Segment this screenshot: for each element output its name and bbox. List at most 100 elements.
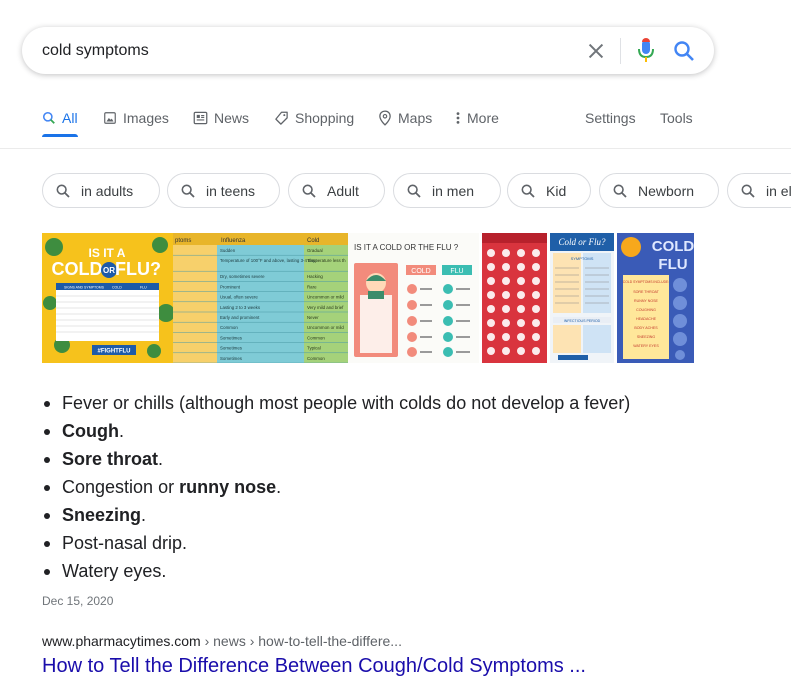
infographic-icon xyxy=(532,263,540,271)
chip-label: in men xyxy=(432,182,475,199)
image3-title: IS IT A COLD OR THE FLU ? xyxy=(354,243,459,252)
snippet-item: Congestion or runny nose. xyxy=(44,476,762,504)
table-cell-cold: Hacking xyxy=(307,274,323,279)
search-icon[interactable] xyxy=(672,39,696,63)
chip-in-teens[interactable]: in teens xyxy=(167,173,280,208)
tab-label: All xyxy=(62,110,78,126)
snippet-bold: Cough xyxy=(62,421,119,441)
image6-list-item: WATERY EYES xyxy=(633,344,659,348)
table-cell-influenza: Early and prominent xyxy=(220,315,260,320)
table-cell-influenza: Common xyxy=(220,325,238,330)
table-cell-cold: Uncommon or mild xyxy=(307,325,344,330)
tab-maps[interactable]: Maps xyxy=(378,100,432,136)
image-result-1[interactable]: IS IT A COLD OR FLU? SIGNS AND SYMPTOMS … xyxy=(42,233,173,363)
chip-adult[interactable]: Adult xyxy=(288,173,385,208)
chip-newborn[interactable]: Newborn xyxy=(599,173,719,208)
microphone-icon[interactable] xyxy=(634,38,658,64)
infographic-icon xyxy=(487,249,495,257)
snippet-list: Fever or chills (although most people wi… xyxy=(44,392,762,588)
table-cell-cold: Very mild and brief xyxy=(307,305,344,310)
chip-in-men[interactable]: in men xyxy=(393,173,501,208)
tab-label: Shopping xyxy=(295,110,355,126)
tab-shopping[interactable]: Shopping xyxy=(274,100,354,136)
image6-list-item: BODY ACHES xyxy=(634,326,658,330)
infographic-icon xyxy=(532,291,540,299)
infographic-icon xyxy=(532,277,540,285)
infographic-icon xyxy=(487,263,495,271)
snippet-text: . xyxy=(276,477,282,497)
infographic-icon xyxy=(487,277,495,285)
tab-settings[interactable]: Settings xyxy=(585,100,636,136)
snippet-bold: Sneezing xyxy=(62,505,142,525)
snippet-item: Watery eyes. xyxy=(44,560,762,588)
infographic-icon xyxy=(532,333,540,341)
image-result-2[interactable]: ptoms Influenza Cold Sudden Gradual Temper… xyxy=(173,233,348,363)
chip-in-elderly[interactable]: in el xyxy=(727,173,791,208)
image1-line1: IS IT A xyxy=(89,246,126,260)
table-cell-influenza: Dry, sometimes severe xyxy=(220,274,265,279)
snippet-date: Dec 15, 2020 xyxy=(42,594,114,608)
search-bar[interactable] xyxy=(22,27,714,74)
tab-images[interactable]: Images xyxy=(103,100,169,136)
infographic-icon xyxy=(532,319,540,327)
snippet-item: Fever or chills (although most people wi… xyxy=(44,392,762,420)
search-icon xyxy=(613,184,627,198)
tab-label: News xyxy=(214,110,250,126)
image6-list-head: COLD SYMPTOMS INCLUDE: xyxy=(623,280,670,284)
image2-header-3: Cold xyxy=(307,238,319,244)
tab-tools[interactable]: Tools xyxy=(660,100,693,136)
table-cell-influenza: Usual, often severe xyxy=(220,295,258,300)
image3-cold: COLD xyxy=(411,268,430,275)
image-result-3[interactable]: IS IT A COLD OR THE FLU ? COLD FLU xyxy=(348,233,479,363)
image-result-5[interactable]: Cold or Flu? SYMPTOMS INFECTIOUS PERIOD xyxy=(550,233,614,363)
infographic-icon xyxy=(487,333,495,341)
search-icon xyxy=(521,184,535,198)
snippet-item: Post-nasal drip. xyxy=(44,532,762,560)
snippet-text: . xyxy=(118,421,124,441)
infographic-icon xyxy=(487,347,495,355)
image-result-6[interactable]: COLD FLU COLD SYMPTOMS INCLUDE: SORE THR… xyxy=(617,233,694,363)
infographic-icon xyxy=(517,277,525,285)
infographic-icon xyxy=(502,277,510,285)
tab-more[interactable]: More xyxy=(455,100,499,136)
infographic-icon xyxy=(532,305,540,313)
chip-kid[interactable]: Kid xyxy=(507,173,591,208)
infographic-icon xyxy=(517,333,525,341)
more-vertical-icon xyxy=(456,112,460,124)
table-cell-influenza: Sudden xyxy=(220,248,236,253)
snippet-text: . xyxy=(141,505,147,525)
image2-header-2: Influenza xyxy=(221,238,246,244)
image3-flu: FLU xyxy=(450,268,463,275)
image6-list-item: RUNNY NOSE xyxy=(634,299,658,303)
image1-or: OR xyxy=(103,266,115,275)
search-input[interactable] xyxy=(42,40,562,62)
image-result-4[interactable] xyxy=(482,233,547,363)
table-cell-influenza: Prominent xyxy=(220,284,241,289)
table-cell-cold: Rare xyxy=(307,284,317,289)
table-cell-cold: Gradual xyxy=(307,248,323,253)
image6-list-item: SORE THROAT xyxy=(633,290,659,294)
search-icon xyxy=(741,184,755,198)
image6-title2: FLU xyxy=(658,256,687,273)
table-cell-cold: Common xyxy=(307,335,325,340)
snippet-text: Post-nasal drip. xyxy=(62,533,188,553)
result-title-link[interactable]: How to Tell the Difference Between Cough… xyxy=(42,655,586,678)
result-url[interactable]: www.pharmacytimes.com › news › how-to-te… xyxy=(42,633,402,649)
chip-label: in teens xyxy=(206,182,256,199)
search-tabs: All Images News Shopping Maps More Setti… xyxy=(0,100,791,140)
chip-in-adults[interactable]: in adults xyxy=(42,173,160,208)
image1-cold: COLD xyxy=(52,259,103,279)
infographic-icon xyxy=(517,249,525,257)
table-cell-cold: Common xyxy=(307,356,325,361)
tab-label: Maps xyxy=(398,110,433,126)
search-icon xyxy=(181,184,195,198)
tab-news[interactable]: News xyxy=(193,100,249,136)
infographic-icon xyxy=(517,319,525,327)
tab-label: More xyxy=(467,110,499,126)
snippet-item: Sore throat. xyxy=(44,448,762,476)
image1-flu: FLU? xyxy=(115,259,161,279)
tab-all[interactable]: All xyxy=(42,100,78,136)
close-icon[interactable] xyxy=(585,40,607,62)
search-icon xyxy=(407,184,421,198)
image1-table-head-2: COLD xyxy=(112,286,122,290)
